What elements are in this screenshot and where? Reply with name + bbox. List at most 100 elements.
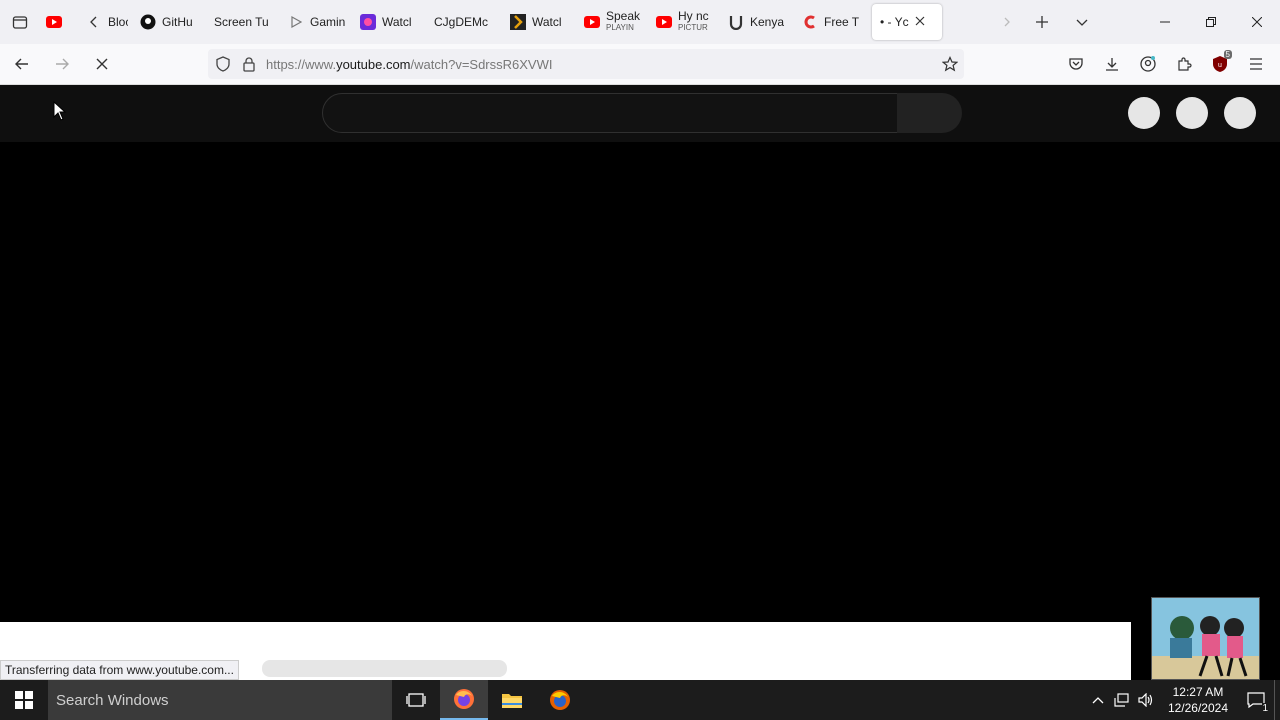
speaker-icon (1138, 693, 1153, 707)
tab-title: Gamin (310, 15, 346, 29)
close-window-button[interactable] (1234, 0, 1280, 44)
firefox-icon (454, 689, 474, 709)
tab-0[interactable] (40, 4, 80, 40)
tab-7[interactable]: Watcl (504, 4, 578, 40)
close-icon (1252, 17, 1262, 27)
close-tab-icon[interactable] (915, 15, 925, 29)
show-desktop-button[interactable] (1274, 680, 1280, 720)
bookmark-star-icon[interactable] (941, 56, 959, 77)
youtube-icon (656, 14, 672, 30)
plex-icon (510, 14, 526, 30)
volume-button[interactable] (1134, 680, 1158, 720)
horizontal-scrollbar[interactable] (262, 660, 507, 677)
tab-strip: Bloc GitHu Screen Tu Gamin Watcl CJgDEMc Watcl… (40, 0, 992, 44)
play-outline-icon (288, 14, 304, 30)
restore-icon (1206, 17, 1216, 27)
url-bar[interactable]: https://www.youtube.com/watch?v=SdrssR6X… (208, 49, 964, 79)
app-menu-button[interactable] (1238, 48, 1274, 80)
tab-subtitle: PLAYIN (606, 23, 634, 32)
network-icon (1114, 693, 1129, 707)
chevron-up-icon (1092, 697, 1104, 704)
pocket-icon (1069, 58, 1083, 70)
tab-1[interactable]: Bloc (80, 4, 134, 40)
chevron-down-icon (1076, 19, 1088, 26)
taskbar-firefox-2[interactable] (536, 680, 584, 720)
toolbar-right: u5 (1058, 48, 1274, 80)
tab-4[interactable]: Gamin (282, 4, 354, 40)
hamburger-menu-icon (1250, 58, 1262, 70)
skeleton-avatar-3[interactable] (1224, 97, 1256, 129)
action-center-button[interactable]: 1 (1238, 680, 1274, 720)
tab-10[interactable]: Kenya (722, 4, 796, 40)
tab-title: Free T (824, 15, 860, 29)
start-button[interactable] (0, 680, 48, 720)
downloads-button[interactable] (1094, 48, 1130, 80)
tab-9[interactable]: Hy nc PICTUR (650, 4, 722, 40)
task-view-button[interactable] (392, 680, 440, 720)
close-icon (96, 58, 108, 70)
youtube-header (0, 85, 1280, 142)
youtube-search-input[interactable] (322, 93, 898, 133)
video-player-area[interactable] (0, 142, 1280, 622)
chevron-right-icon (1004, 17, 1010, 27)
show-hidden-icons-button[interactable] (1086, 680, 1110, 720)
clock-date: 12/26/2024 (1167, 701, 1228, 715)
tab-6[interactable]: CJgDEMc (428, 4, 504, 40)
new-tab-button[interactable] (1022, 0, 1062, 44)
cartoon-thumbnail-image (1152, 598, 1259, 679)
tab-8[interactable]: Speak PLAYIN (578, 4, 650, 40)
network-button[interactable] (1110, 680, 1134, 720)
restore-button[interactable] (1188, 0, 1234, 44)
stop-loading-button[interactable] (84, 48, 120, 80)
svg-text:u: u (1218, 62, 1222, 69)
firefox-view-button[interactable] (0, 0, 40, 44)
skeleton-avatar-2[interactable] (1176, 97, 1208, 129)
clock[interactable]: 12:27 AM 12/26/2024 (1158, 684, 1238, 716)
extension-badge: 5 (1223, 50, 1232, 59)
tab-title: Speak (606, 9, 641, 23)
taskbar-search-box[interactable]: Search Windows (48, 680, 392, 720)
tab-3[interactable]: Screen Tu (208, 4, 282, 40)
notification-count: 1 (1262, 703, 1268, 714)
forward-button[interactable] (44, 48, 80, 80)
tab-title: Screen Tu (214, 15, 269, 29)
task-view-icon (406, 693, 426, 707)
tab-bar: Bloc GitHu Screen Tu Gamin Watcl CJgDEMc Watcl… (0, 0, 1280, 44)
lock-icon[interactable] (238, 56, 260, 72)
windows-logo-icon (15, 691, 33, 709)
ublock-origin-button[interactable]: u5 (1202, 48, 1238, 80)
youtube-search-button[interactable] (897, 93, 962, 133)
taskbar-file-explorer[interactable] (488, 680, 536, 720)
u-icon (728, 14, 744, 30)
account-icon (1140, 56, 1156, 72)
extensions-button[interactable] (1166, 48, 1202, 80)
plus-icon (1036, 16, 1048, 28)
tab-title: Watcl (382, 15, 412, 29)
puzzle-icon (1178, 57, 1192, 71)
skeleton-avatar-1[interactable] (1128, 97, 1160, 129)
tab-title: Bloc (108, 15, 128, 29)
back-button[interactable] (4, 48, 40, 80)
windows-taskbar: Search Windows 12:27 AM 12/26/2024 1 (0, 680, 1280, 720)
account-button[interactable] (1130, 48, 1166, 80)
list-all-tabs-button[interactable] (1062, 0, 1102, 44)
chevron-left-icon (86, 14, 102, 30)
search-placeholder: Search Windows (56, 691, 169, 709)
taskbar-firefox-active[interactable] (440, 680, 488, 720)
folder-icon (502, 694, 522, 708)
scroll-tabs-right-button[interactable] (992, 0, 1022, 44)
tab-11[interactable]: Free T (796, 4, 866, 40)
tab-2[interactable]: GitHu (134, 4, 208, 40)
tab-subtitle: PICTUR (678, 23, 708, 32)
minimize-icon (1160, 21, 1170, 23)
taskbar-preview-thumbnail[interactable] (1151, 597, 1260, 680)
firefox-icon (550, 690, 570, 710)
tab-12[interactable]: • - Yc (872, 4, 942, 40)
minimize-button[interactable] (1142, 0, 1188, 44)
pocket-button[interactable] (1058, 48, 1094, 80)
tab-5[interactable]: Watcl (354, 4, 428, 40)
url-text[interactable]: https://www.youtube.com/watch?v=SdrssR6X… (266, 57, 552, 72)
tracking-protection-shield-icon[interactable] (208, 56, 238, 72)
download-icon (1106, 58, 1118, 71)
clock-time: 12:27 AM (1172, 685, 1224, 699)
